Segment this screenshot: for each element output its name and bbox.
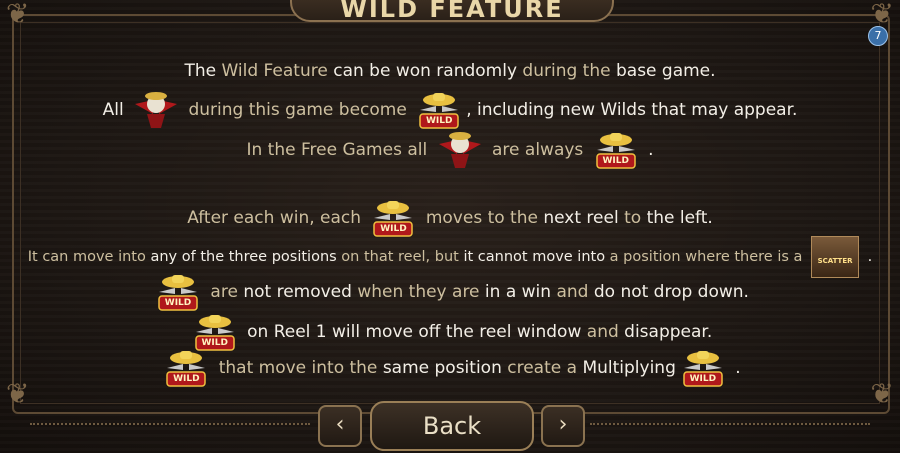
wild-symbol-icon: WILD <box>593 130 639 170</box>
rule-text: disappear. <box>624 322 713 342</box>
rule-text: . <box>642 140 654 160</box>
rule-text: and <box>551 282 594 302</box>
wild-label: WILD <box>164 298 192 308</box>
eagle-symbol-icon <box>133 90 179 130</box>
rule-text: same position <box>382 358 502 378</box>
rule-text: on Reel 1 will <box>241 322 366 342</box>
rule-text: the left. <box>646 208 713 228</box>
wild-label: WILD <box>425 116 453 126</box>
rule-text: in a win <box>484 282 552 302</box>
wild-symbol-icon: WILD <box>416 90 462 130</box>
rule-line: In the Free Games all are always WILD . <box>0 130 900 170</box>
wild-symbol-icon: WILD <box>155 272 201 312</box>
rule-text: can be <box>327 61 396 81</box>
rule-text: to <box>618 208 647 228</box>
prev-page-button[interactable]: ‹ <box>318 405 362 447</box>
page-title: WILD FEATURE <box>290 0 614 23</box>
rule-text: Wild Feature <box>221 61 328 81</box>
rule-text: do not drop down. <box>593 282 749 302</box>
back-button[interactable]: Back <box>370 401 534 451</box>
rule-text: are <box>205 282 244 302</box>
rule-text: move off the reel window <box>365 322 582 342</box>
rule-text: a position where there is a <box>605 249 808 265</box>
game-info-panel: ❦ ❦ ❦ ❦ WILD FEATURE 7 The Wild Feature … <box>0 0 900 453</box>
rule-text: In the Free Games all <box>246 140 433 160</box>
rule-text: . <box>729 358 741 378</box>
wild-label: WILD <box>602 156 629 166</box>
ornament-corner-top-right: ❦ <box>870 0 894 30</box>
rule-text: It can move into <box>27 249 151 265</box>
rule-text: it cannot move into <box>463 249 606 265</box>
rule-line: WILD that move into the same position cr… <box>0 348 900 388</box>
rule-text: that move into the <box>213 358 383 378</box>
rule-text: during the <box>517 61 616 81</box>
rule-text: base game. <box>615 61 716 81</box>
rule-text: . <box>863 249 873 265</box>
rule-text: After each win, each <box>187 208 367 228</box>
wild-symbol-icon: WILD <box>680 348 726 388</box>
rule-text: All <box>102 100 130 120</box>
next-page-button[interactable]: › <box>541 405 585 447</box>
rule-text: next reel <box>543 208 619 228</box>
wild-label: WILD <box>173 374 200 384</box>
rule-text: when they are <box>351 282 485 302</box>
rule-line: WILD are not removed when they are in a … <box>0 272 900 312</box>
rule-text: and <box>581 322 625 342</box>
rule-line: The Wild Feature can be won randomly dur… <box>0 56 900 86</box>
rule-text: are always <box>486 140 589 160</box>
rule-text: moves to the <box>420 208 544 228</box>
rule-text: create a <box>501 358 583 378</box>
rule-text: won randomly <box>395 61 518 81</box>
rule-text: during this game become <box>183 100 413 120</box>
wild-label: WILD <box>689 374 717 384</box>
ornament-corner-top-left: ❦ <box>6 0 30 30</box>
info-icon[interactable]: 7 <box>868 26 888 46</box>
rule-text: Multiplying <box>582 358 676 378</box>
eagle-symbol-icon <box>437 130 483 170</box>
rule-text: , including new Wilds that may appear. <box>466 100 798 120</box>
divider-left <box>30 423 310 427</box>
rule-line: After each win, each WILD moves to the n… <box>0 198 900 238</box>
rule-line: WILD on Reel 1 will move off the reel wi… <box>0 312 900 352</box>
rule-text: on that reel, but <box>336 249 464 265</box>
wild-symbol-icon: WILD <box>370 198 416 238</box>
rule-text: not removed <box>243 282 352 302</box>
rule-text: any of the three positions <box>150 249 337 265</box>
divider-right <box>590 423 870 427</box>
wild-symbol-icon: WILD <box>192 312 238 352</box>
rule-text: The <box>184 61 222 81</box>
rule-line: All during this game become WILD , includ… <box>0 90 900 130</box>
wild-label: WILD <box>380 224 407 234</box>
wild-symbol-icon: WILD <box>163 348 209 388</box>
